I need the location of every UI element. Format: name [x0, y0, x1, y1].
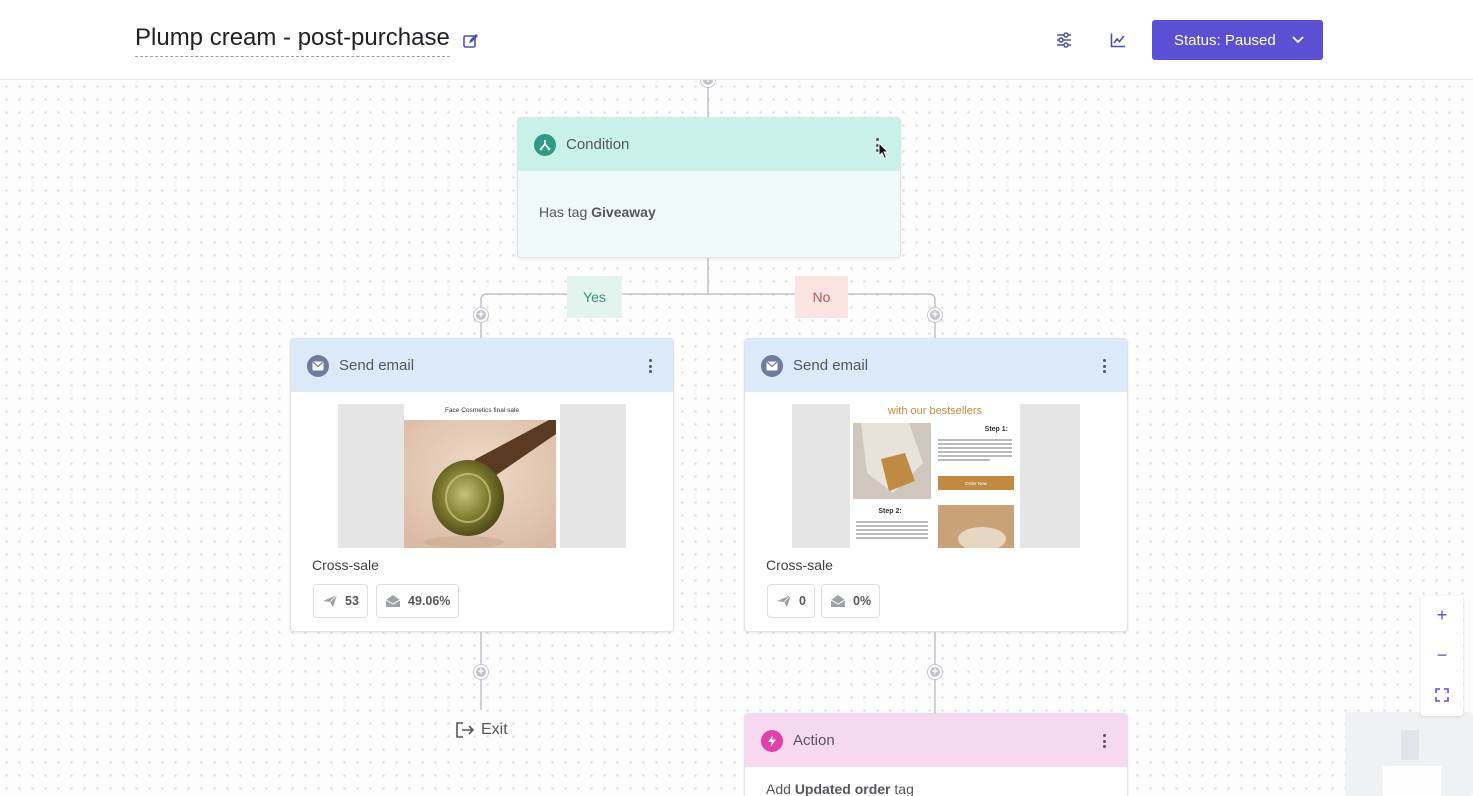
add-step-no-icon[interactable]: + — [928, 308, 942, 322]
product-jar-image — [404, 420, 556, 548]
action-title: Action — [793, 732, 835, 749]
action-text-suffix: tag — [894, 781, 914, 796]
settings-sliders-icon[interactable] — [1054, 30, 1074, 50]
exit-node[interactable]: Exit — [455, 721, 508, 739]
condition-text: Has tag — [539, 204, 588, 220]
fullscreen-icon[interactable] — [1421, 676, 1463, 714]
yes-branch-label: Yes — [567, 276, 622, 318]
email-preview-page: Face Cosmetics final sale — [404, 404, 560, 548]
preview-heading: Face Cosmetics final sale — [444, 407, 520, 414]
email-title: Send email — [339, 357, 415, 374]
add-step-after-yes-email-icon[interactable]: + — [474, 665, 488, 679]
action-text-prefix: Add — [766, 781, 791, 796]
no-branch-label: No — [795, 276, 848, 318]
condition-body: Has tag Giveaway — [518, 171, 900, 220]
title-area: Plump cream - post-purchase — [135, 24, 480, 57]
sent-count-badge[interactable]: 0 — [767, 584, 815, 618]
email-menu-icon[interactable] — [645, 357, 655, 375]
email-header: Send email — [745, 339, 1127, 392]
sent-count: 0 — [799, 594, 806, 608]
zoom-controls: + − — [1421, 596, 1463, 716]
preview-order-button: Order Now — [938, 476, 1014, 490]
preview-text-lines-2 — [856, 519, 928, 541]
email-preview-page: with our bestsellers Step 1: Order Now S… — [850, 404, 1020, 548]
email-caption: Cross-sale — [312, 557, 379, 573]
product-jar-image-2 — [938, 505, 1014, 548]
action-tag: Updated order — [794, 781, 891, 796]
email-preview-thumbnail[interactable]: Face Cosmetics final sale — [338, 404, 626, 548]
preview-text-lines — [938, 437, 1012, 463]
status-label: Status: Paused — [1174, 31, 1276, 49]
email-caption: Cross-sale — [766, 557, 833, 573]
zoom-in-button[interactable]: + — [1421, 596, 1463, 634]
preview-step1: Step 1: — [984, 426, 1008, 433]
open-envelope-icon — [385, 595, 401, 607]
edit-title-icon[interactable] — [462, 32, 480, 50]
paper-plane-icon — [323, 594, 338, 607]
minimap[interactable] — [1345, 712, 1473, 796]
zoom-out-button[interactable]: − — [1421, 636, 1463, 674]
product-bottle-image — [853, 423, 931, 499]
chevron-down-icon — [1291, 32, 1305, 50]
paper-plane-icon — [777, 594, 792, 607]
workflow-title[interactable]: Plump cream - post-purchase — [135, 24, 450, 57]
lightning-icon — [761, 729, 783, 752]
condition-tag: Giveaway — [591, 204, 656, 220]
open-rate: 49.06% — [408, 594, 451, 608]
email-preview-thumbnail[interactable]: with our bestsellers Step 1: Order Now S… — [792, 404, 1080, 548]
action-header: Action — [745, 714, 1127, 767]
exit-label: Exit — [481, 721, 508, 738]
action-node[interactable]: Action Add Updated order tag — [744, 713, 1128, 796]
preview-step2: Step 2: — [878, 508, 902, 515]
open-rate-badge[interactable]: 49.06% — [376, 584, 460, 618]
condition-node[interactable]: Condition Has tag Giveaway — [517, 117, 901, 258]
add-step-yes-icon[interactable]: + — [474, 308, 488, 322]
sent-count: 53 — [345, 594, 359, 608]
split-icon — [534, 133, 556, 156]
open-envelope-icon — [830, 595, 846, 607]
preview-heading: with our bestsellers — [887, 405, 983, 417]
email-header: Send email — [291, 339, 673, 392]
action-body: Add Updated order tag — [745, 767, 1127, 796]
email-title: Send email — [793, 357, 869, 374]
send-email-node-no[interactable]: Send email with our bestsellers Step 1: … — [744, 338, 1128, 632]
minimap-viewport — [1383, 766, 1441, 796]
action-menu-icon[interactable] — [1099, 732, 1109, 750]
add-step-after-no-email-icon[interactable]: + — [928, 665, 942, 679]
mouse-cursor-icon — [878, 142, 890, 160]
email-menu-icon[interactable] — [1099, 357, 1109, 375]
open-rate: 0% — [853, 594, 872, 608]
send-email-node-yes[interactable]: Send email Face Cosmetics final sale Cro… — [290, 338, 674, 632]
status-dropdown-button[interactable]: Status: Paused — [1152, 20, 1323, 60]
envelope-icon — [761, 354, 783, 377]
top-bar: Plump cream - post-purchase Status: Paus… — [0, 0, 1473, 80]
exit-arrow-icon — [456, 722, 475, 738]
minimap-node — [1401, 730, 1419, 760]
analytics-chart-icon[interactable] — [1108, 30, 1128, 50]
condition-title: Condition — [566, 136, 630, 153]
envelope-icon — [307, 354, 329, 377]
condition-header: Condition — [518, 118, 900, 171]
sent-count-badge[interactable]: 53 — [313, 584, 368, 618]
open-rate-badge[interactable]: 0% — [821, 584, 881, 618]
